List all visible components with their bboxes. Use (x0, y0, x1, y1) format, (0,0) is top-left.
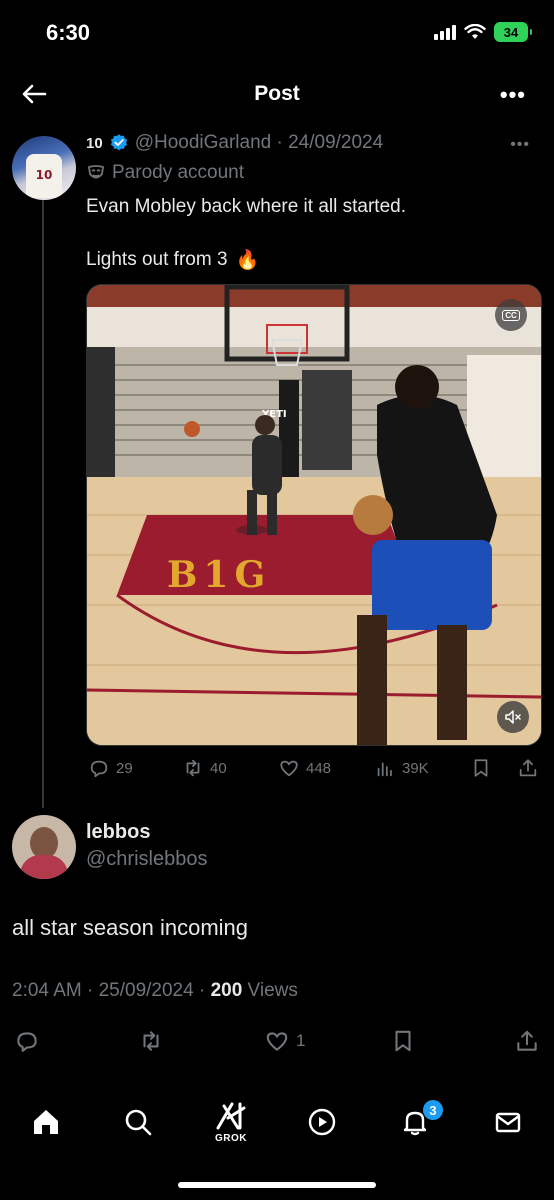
reply-count: 29 (116, 759, 133, 777)
display-name[interactable]: 10 (86, 135, 103, 152)
tab-grok[interactable] (211, 1096, 251, 1136)
heart-icon (266, 1032, 288, 1051)
tweet-text-line2: Lights out from 3 🔥 (86, 248, 259, 272)
mute-button[interactable] (497, 701, 529, 733)
parody-text: Parody account (112, 162, 245, 183)
bottom-tab-bar (0, 1090, 554, 1160)
page-title: Post (254, 82, 300, 105)
reply-avatar[interactable] (12, 815, 76, 879)
speaker-muted-icon (505, 710, 521, 724)
nav-header: Post ••• (0, 64, 554, 124)
jersey-graphic: 10 (26, 154, 62, 198)
play-circle-icon (308, 1108, 336, 1136)
fire-emoji: 🔥 (235, 250, 260, 271)
tweet-text-line1: Evan Mobley back where it all started. (86, 196, 406, 217)
reply-bookmark-button[interactable] (390, 1028, 416, 1054)
reply-icon (90, 760, 108, 778)
views-button[interactable]: 39K (374, 757, 429, 779)
repost-icon (186, 759, 200, 777)
repost-icon (143, 1031, 159, 1051)
reply-icon (17, 1032, 37, 1052)
reply-reply-button[interactable] (14, 1028, 40, 1054)
repost-button[interactable]: 40 (182, 757, 227, 779)
reply-metadata: 2:04 AM · 25/09/2024 · 200 Views (12, 980, 298, 1002)
tweet-more-icon[interactable]: ••• (510, 136, 530, 154)
tweet-text-line2-text: Lights out from 3 (86, 249, 228, 270)
svg-text:B1G: B1G (167, 554, 271, 596)
home-icon (34, 1110, 58, 1134)
notifications-badge: 3 (423, 1100, 443, 1120)
reply-repost-button[interactable] (138, 1028, 164, 1054)
reply-like-button[interactable]: 1 (264, 1028, 305, 1054)
grok-label: GROK (215, 1133, 247, 1144)
reply-handle[interactable]: @chrislebbos (86, 848, 207, 871)
video-player[interactable]: YETI B1G CC (86, 284, 542, 746)
search-icon (125, 1109, 152, 1136)
bookmark-button[interactable] (470, 757, 492, 779)
reply-share-button[interactable] (514, 1028, 540, 1054)
reply-views-count[interactable]: 200 (211, 980, 243, 1001)
share-button[interactable] (517, 757, 539, 779)
battery-icon: 34 (494, 22, 532, 42)
video-frame: YETI B1G (87, 285, 541, 745)
like-count: 448 (306, 759, 332, 777)
bookmark-icon (474, 759, 488, 777)
status-bar: 6:30 34 (0, 0, 554, 64)
thread-line (42, 200, 44, 808)
signal-icon (434, 24, 456, 40)
more-options-icon[interactable]: ••• (500, 82, 526, 108)
heart-icon (280, 760, 298, 777)
tab-messages[interactable] (488, 1102, 528, 1142)
handle-and-date[interactable]: @HoodiGarland · 24/09/2024 (135, 132, 384, 154)
status-time: 6:30 (46, 20, 91, 45)
reply-views-label: Views (242, 980, 298, 1001)
captions-button[interactable]: CC (495, 299, 527, 331)
share-icon (517, 1030, 537, 1051)
parody-label: Parody account (86, 162, 244, 184)
battery-level: 34 (503, 24, 519, 40)
like-button[interactable]: 448 (278, 757, 331, 779)
tweet-header: 10 @HoodiGarland · 24/09/2024 (86, 132, 383, 154)
reply-timestamp: 2:04 AM · 25/09/2024 · (12, 980, 211, 1001)
reply-text: all star season incoming (12, 915, 249, 940)
verified-badge-icon (110, 134, 127, 151)
mail-icon (495, 1112, 521, 1133)
reply-display-name[interactable]: lebbos (86, 821, 150, 844)
reply-button[interactable]: 29 (88, 757, 133, 779)
bookmark-icon (395, 1030, 411, 1052)
tab-home[interactable] (26, 1102, 66, 1142)
tab-video[interactable] (302, 1102, 342, 1142)
status-icons: 34 (434, 22, 532, 42)
home-indicator (178, 1182, 376, 1188)
wifi-icon (464, 24, 486, 39)
repost-count: 40 (210, 759, 227, 777)
avatar[interactable]: 10 (12, 136, 76, 200)
reply-like-count: 1 (296, 1031, 306, 1050)
analytics-icon (377, 762, 392, 777)
grok-icon (216, 1102, 246, 1130)
share-icon (519, 759, 537, 777)
tab-search[interactable] (118, 1102, 158, 1142)
avatar-body (20, 855, 68, 879)
mask-icon (87, 165, 105, 179)
view-count: 39K (402, 759, 429, 777)
